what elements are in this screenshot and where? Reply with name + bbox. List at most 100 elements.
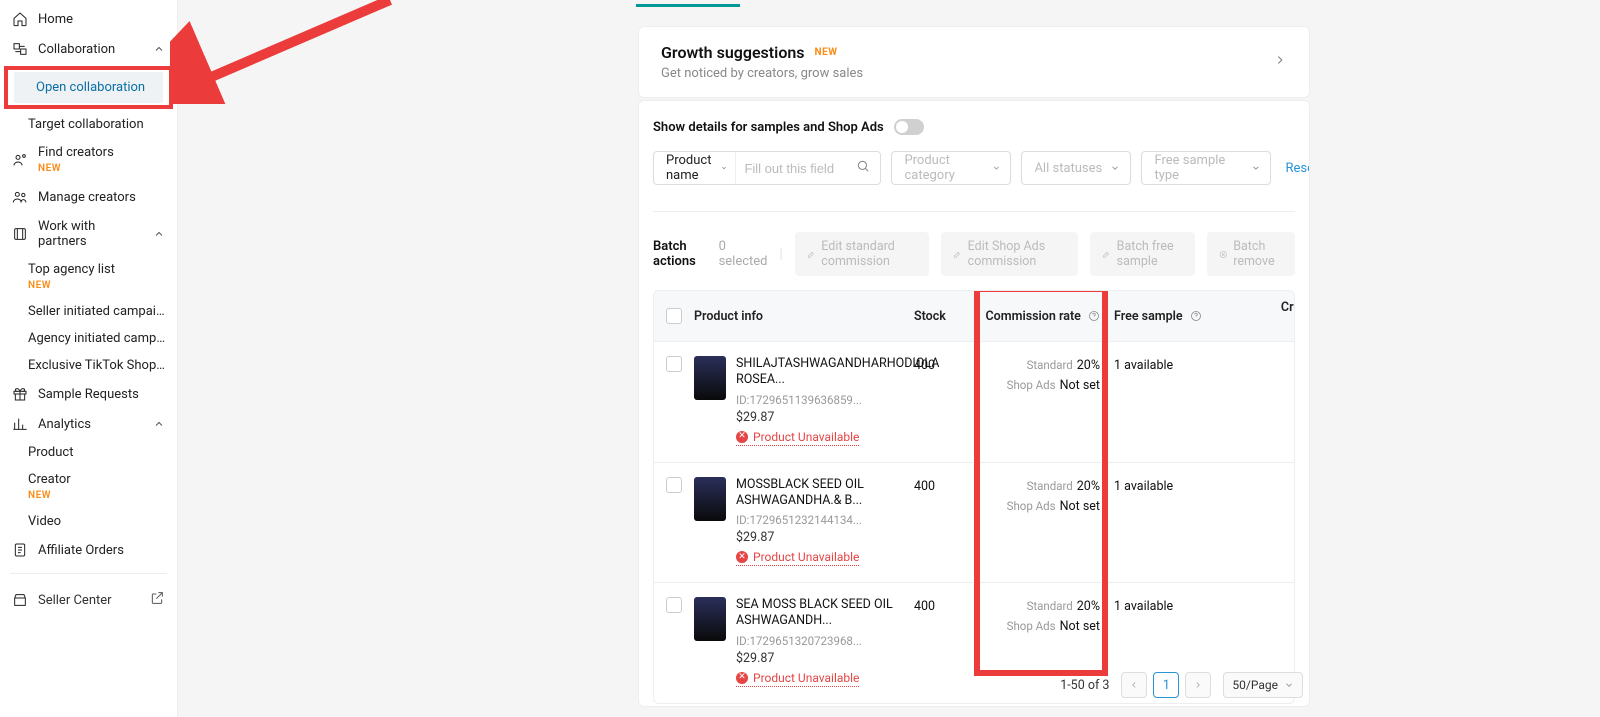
th-free-sample: Free sample [1114,309,1264,324]
nav-exclusive[interactable]: Exclusive TikTok Shop c... [0,352,177,379]
product-name-search[interactable]: Product name [653,151,881,185]
nav-top-agency[interactable]: Top agency list NEW [0,256,177,298]
sidebar: Home Collaboration Open collaboration Ta… [0,0,178,717]
table-header: Product info Stock Commission rate Free … [654,291,1294,341]
page-number[interactable]: 1 [1153,672,1179,698]
batch-free-sample-button[interactable]: Batch free sample [1090,232,1195,276]
nav-divider [10,573,167,574]
nav-find-creators[interactable]: Find creators NEW [0,138,177,182]
product-id: ID:1729651232144134... [736,513,906,527]
search-field-label: Product name [666,153,715,183]
commission-cell: Standard20% Shop AdsNot set [984,477,1114,514]
divider: | [780,247,783,262]
table-row: SHILAJTASHWAGANDHARHODIOLA ROSEA... ID:1… [654,341,1294,462]
products-table: Product info Stock Commission rate Free … [653,290,1295,704]
nav-agency-campaign[interactable]: Agency initiated campa... [0,325,177,352]
toggle-label: Show details for samples and Shop Ads [653,120,884,135]
help-icon[interactable] [1190,310,1202,322]
details-toggle[interactable] [894,119,924,135]
free-sample-type-select[interactable]: Free sample type [1141,151,1271,185]
product-id: ID:1729651320723968... [736,634,906,648]
status-label: All statuses [1034,161,1102,176]
batch-remove-label: Batch remove [1233,239,1283,269]
product-category-select[interactable]: Product category [891,151,1011,185]
growth-suggestions-card[interactable]: Growth suggestions NEW Get noticed by cr… [638,26,1310,98]
page-size-select[interactable]: 50/Page [1223,672,1303,698]
creators-sharing-cell[interactable]: 1 [1264,597,1295,614]
free-sample-cell: 1 available [1114,356,1264,373]
nav-analytics-product[interactable]: Product [0,439,177,466]
nav-work-with-partners[interactable]: Work with partners [0,212,177,256]
product-name[interactable]: MOSSBLACK SEED OIL ASHWAGANDHA.& B... [736,477,906,510]
row-checkbox[interactable] [666,356,682,372]
search-icon[interactable] [846,159,880,177]
row-checkbox[interactable] [666,477,682,493]
th-stock: Stock [914,309,984,324]
prev-page-button[interactable] [1121,672,1147,698]
nav-collaboration-label: Collaboration [38,42,115,57]
nav-analytics-creator[interactable]: Creator NEW [0,466,177,508]
main-content: Growth suggestions NEW Get noticed by cr… [178,0,1600,717]
nav-seller-center-label: Seller Center [38,593,112,608]
error-icon: ✕ [736,431,748,443]
nav-manage-creators-label: Manage creators [38,190,136,205]
reset-filters[interactable]: Reset [1285,161,1310,176]
search-input[interactable] [736,161,846,176]
collaboration-icon [12,41,28,57]
nav-target-collaboration[interactable]: Target collaboration [0,111,177,138]
chevron-up-icon [153,43,165,55]
stock-value: 400 [914,356,984,373]
nav-home[interactable]: Home [0,4,177,34]
edit-ads-label: Edit Shop Ads commission [968,239,1066,269]
search-field-select[interactable]: Product name [654,152,736,184]
nav-seller-campaign[interactable]: Seller initiated campaig... [0,298,177,325]
batch-selected: 0 selected [719,239,768,269]
products-panel: Show details for samples and Shop Ads Pr… [638,100,1310,707]
manage-creators-icon [12,189,28,205]
help-icon[interactable] [1088,310,1100,322]
chevron-down-icon [1110,163,1120,173]
free-sample-type-label: Free sample type [1154,153,1250,183]
nav-affiliate-orders[interactable]: Affiliate Orders [0,535,177,565]
edit-standard-commission-button[interactable]: Edit standard commission [795,232,929,276]
next-page-button[interactable] [1185,672,1211,698]
pagination: 1-50 of 3 1 50/Page [1060,672,1303,698]
select-all-checkbox[interactable] [666,308,682,324]
edit-shop-ads-commission-button[interactable]: Edit Shop Ads commission [941,232,1078,276]
chevron-down-icon [1284,680,1294,690]
product-price: $29.87 [736,410,906,425]
nav-analytics-video[interactable]: Video [0,508,177,535]
nav-seller-center[interactable]: Seller Center [0,582,177,618]
chevron-down-icon [992,163,1001,173]
product-name[interactable]: SEA MOSS BLACK SEED OIL ASHWAGANDH... [736,597,906,630]
partners-icon [12,226,28,242]
chevron-right-icon [1273,53,1287,71]
creators-sharing-cell[interactable]: 1 [1264,477,1295,494]
nav-manage-creators[interactable]: Manage creators [0,182,177,212]
nav-open-collab-label: Open collaboration [36,80,145,95]
commission-cell: Standard20% Shop AdsNot set [984,356,1114,393]
nav-open-collaboration[interactable]: Open collaboration [14,72,163,103]
th-commission-rate: Commission rate [984,309,1114,324]
th-creators-sharing: Creators sharing [1264,300,1295,331]
gift-icon [12,386,28,402]
store-icon [12,592,28,608]
new-badge: NEW [28,280,51,291]
product-thumbnail [694,477,726,521]
product-thumbnail [694,356,726,400]
nav-partners-label: Work with partners [38,219,143,249]
chevron-up-icon [153,228,165,240]
nav-sample-requests[interactable]: Sample Requests [0,379,177,409]
batch-remove-button[interactable]: Batch remove [1207,232,1295,276]
product-thumbnail [694,597,726,641]
error-icon: ✕ [736,672,748,684]
batch-free-label: Batch free sample [1117,239,1183,269]
creators-sharing-cell[interactable]: 2 [1264,356,1295,373]
find-creators-icon [12,152,28,168]
nav-analytics[interactable]: Analytics [0,409,177,439]
product-name[interactable]: SHILAJTASHWAGANDHARHODIOLA ROSEA... [736,356,906,389]
row-checkbox[interactable] [666,597,682,613]
status-select[interactable]: All statuses [1021,151,1131,185]
nav-collaboration[interactable]: Collaboration [0,34,177,64]
stock-value: 400 [914,597,984,614]
